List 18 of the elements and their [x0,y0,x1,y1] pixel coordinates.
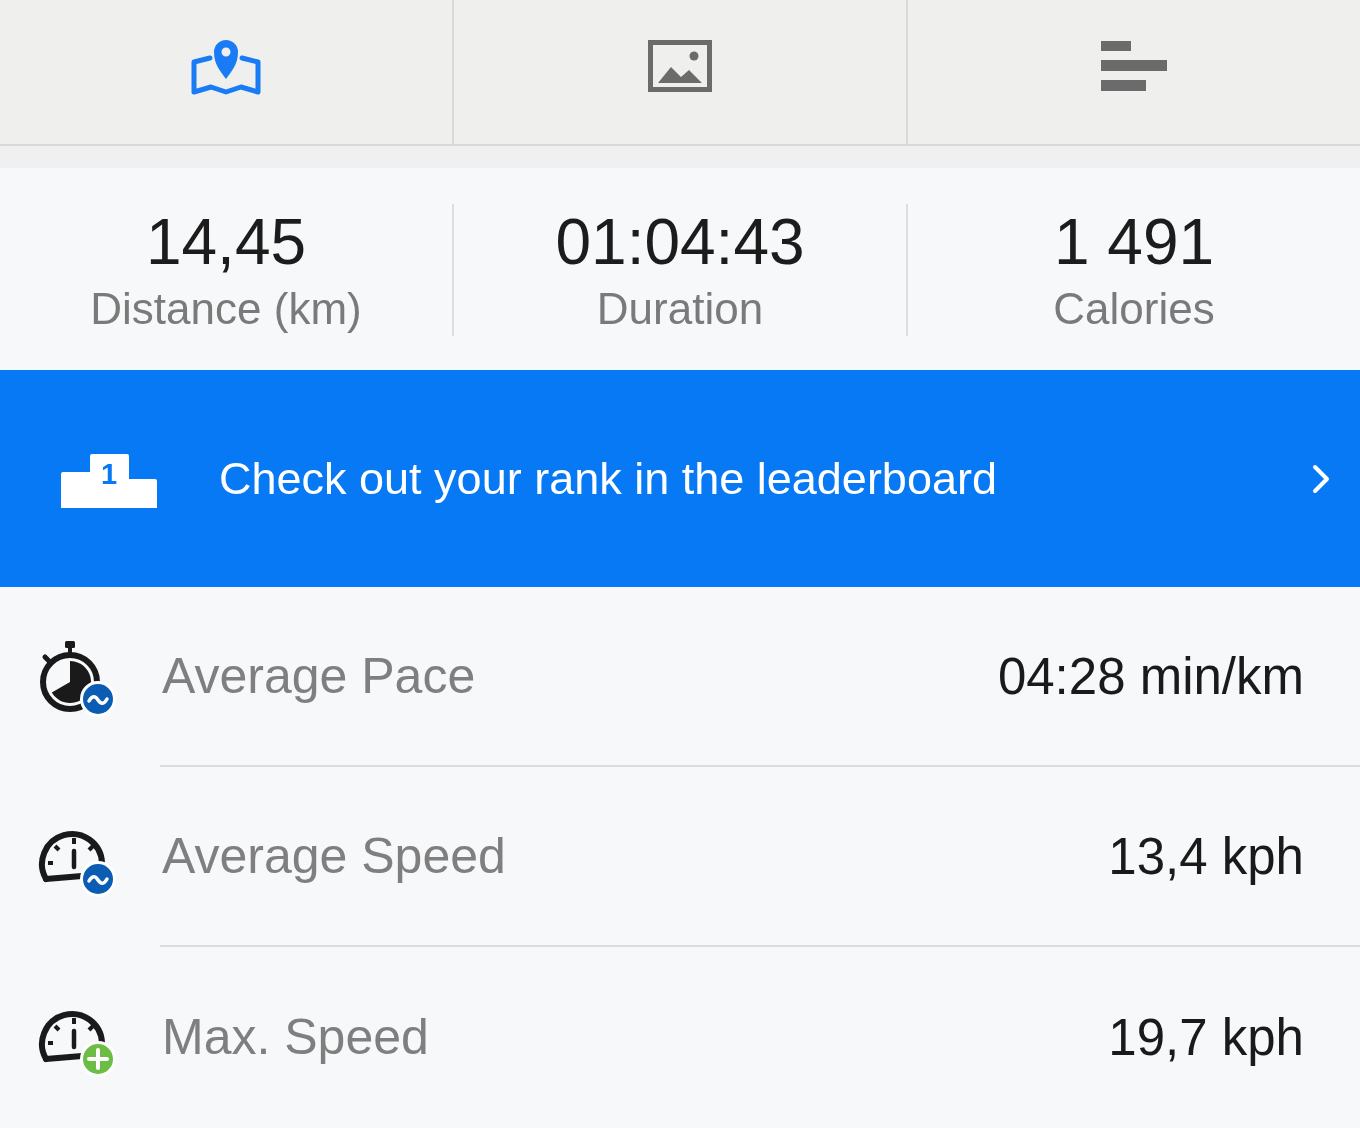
metric-value: 19,7 kph [1108,1007,1304,1067]
metric-label: Average Speed [162,827,506,885]
chevron-right-icon [1312,463,1330,494]
leaderboard-banner[interactable]: 1 Check out your rank in the leaderboard [0,370,1360,587]
map-pin-icon [190,37,262,95]
metric-value: 13,4 kph [1108,826,1304,886]
stat-value: 1 491 [1053,205,1215,280]
metric-label: Average Pace [162,647,476,705]
image-icon [648,40,712,92]
metric-value: 04:28 min/km [997,646,1304,706]
stat-label: Calories [1053,283,1215,335]
stat-label: Distance (km) [90,283,362,335]
stat-value: 01:04:43 [555,205,805,280]
stat-label: Duration [596,283,764,335]
bar-chart-icon [1101,41,1167,91]
stat-value: 14,45 [145,205,307,280]
metric-label: Max. Speed [162,1008,429,1066]
podium-icon: 1 [61,453,157,508]
